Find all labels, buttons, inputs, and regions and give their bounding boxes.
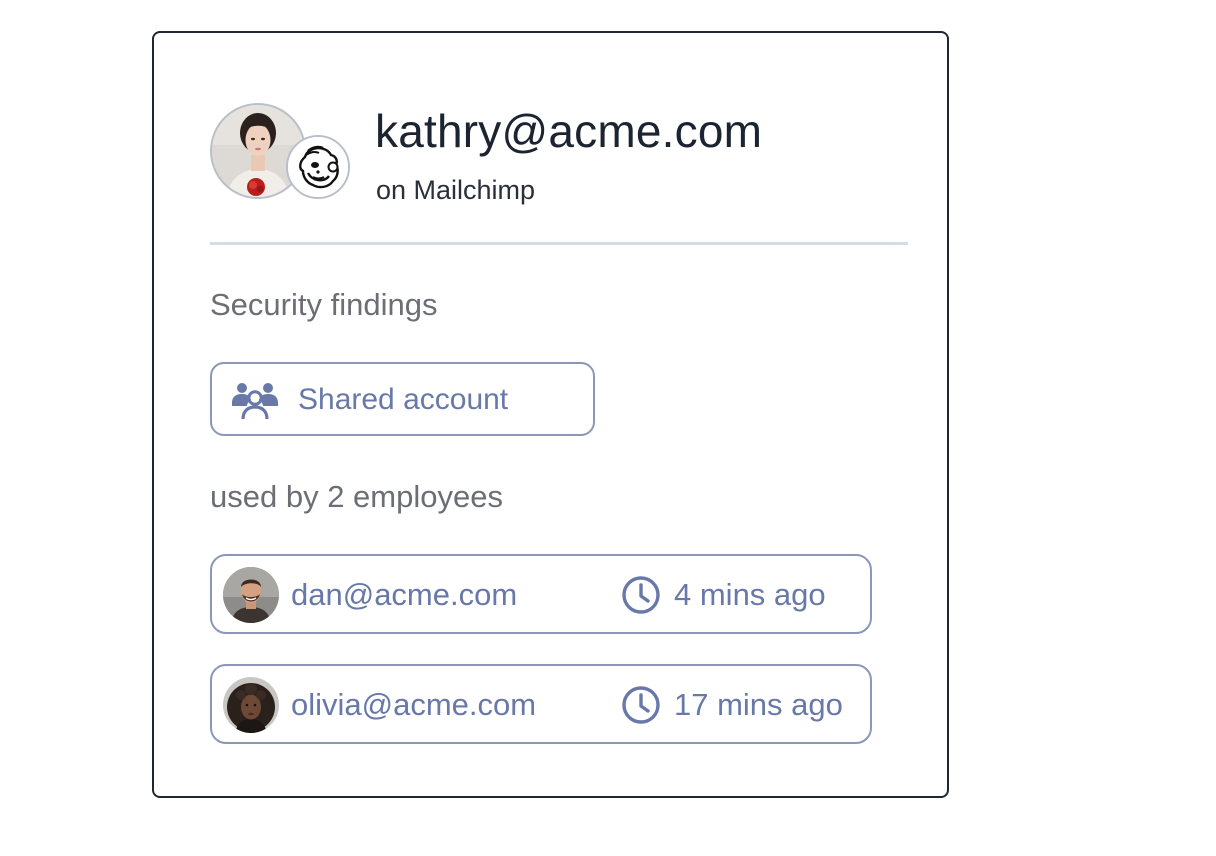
employee-email: olivia@acme.com	[291, 687, 537, 722]
account-email: kathry@acme.com	[375, 105, 763, 157]
divider	[210, 242, 908, 245]
clock-icon	[620, 574, 662, 616]
clock-icon	[620, 684, 662, 726]
employees-title: used by 2 employees	[210, 479, 503, 514]
employee-last-seen: 4 mins ago	[674, 577, 826, 612]
finding-label: Shared account	[298, 383, 509, 416]
mailchimp-logo-icon	[286, 135, 350, 199]
finding-chip-shared-account[interactable]: Shared account	[210, 362, 595, 436]
employee-email: dan@acme.com	[291, 577, 518, 612]
security-findings-title: Security findings	[210, 287, 438, 322]
employee-row[interactable]: dan@acme.com 4 mins ago	[210, 554, 872, 634]
employee-last-seen: 17 mins ago	[674, 687, 843, 722]
account-card: kathry@acme.com on Mailchimp Security fi…	[152, 31, 949, 798]
users-group-icon	[230, 380, 280, 420]
account-avatar-group	[210, 103, 352, 203]
employee-avatar	[223, 567, 279, 623]
app-name: on Mailchimp	[376, 175, 536, 205]
employee-avatar	[223, 677, 279, 733]
employee-row[interactable]: olivia@acme.com 17 mins ago	[210, 664, 872, 744]
